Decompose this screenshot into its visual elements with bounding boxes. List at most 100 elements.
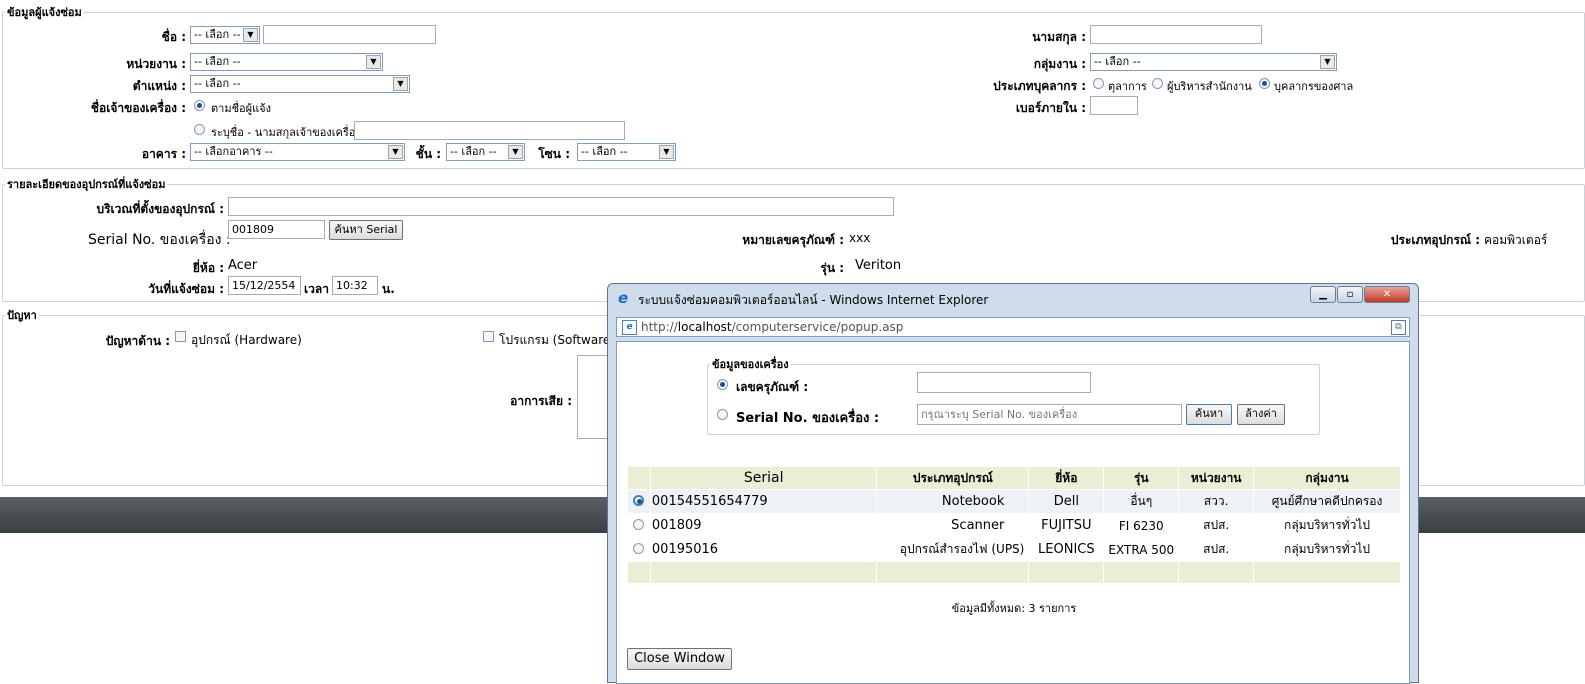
serial-label: Serial No. ของเครื่อง :: [88, 232, 231, 248]
serial-search-input[interactable]: [917, 404, 1182, 425]
chevron-down-icon: ▼: [1320, 55, 1335, 69]
name-input[interactable]: [263, 25, 436, 44]
reporter-legend: ข้อมูลผู้แจ้งซ่อม: [7, 6, 82, 19]
cell-unit: สวว.: [1178, 489, 1255, 514]
row-select-cell: [627, 489, 651, 514]
chevron-down-icon: ▼: [659, 145, 674, 159]
ext-input[interactable]: [1090, 96, 1138, 115]
group-select[interactable]: -- เลือก -- ▼: [1090, 53, 1337, 71]
name-prefix-value: -- เลือก --: [194, 28, 241, 41]
floor-value: -- เลือก --: [450, 145, 497, 158]
url-host: localhost: [677, 320, 732, 334]
owner-reporter-label: ตามชื่อผู้แจ้ง: [211, 102, 271, 115]
row-radio[interactable]: [633, 543, 644, 554]
date-input[interactable]: [228, 276, 301, 295]
personnel-radio-judge[interactable]: [1093, 78, 1104, 89]
search-by-asset-radio[interactable]: [717, 379, 728, 390]
problem-side-label: ปัญหาด้าน :: [105, 334, 170, 348]
personnel-type-label: ประเภทบุคลากร :: [993, 79, 1086, 93]
zone-select[interactable]: -- เลือก -- ▼: [577, 143, 676, 161]
position-select[interactable]: -- เลือก -- ▼: [190, 75, 410, 93]
position-value: -- เลือก --: [194, 77, 241, 90]
floor-select[interactable]: -- เลือก -- ▼: [446, 143, 525, 161]
position-label: ตำแหน่ง :: [132, 79, 186, 93]
group-label: กลุ่มงาน :: [1033, 57, 1086, 71]
search-button[interactable]: ค้นหา: [1186, 404, 1232, 425]
address-bar[interactable]: e http://localhost/computerservice/popup…: [616, 317, 1410, 337]
popup-title: ระบบแจ้งซ่อมคอมพิวเตอร์ออนไลน์ - Windows…: [638, 293, 989, 307]
popup-window: e ระบบแจ้งซ่อมคอมพิวเตอร์ออนไลน์ - Windo…: [607, 283, 1419, 684]
row-select-cell: [627, 513, 651, 538]
cell-serial: 001809: [649, 513, 878, 538]
row-radio[interactable]: [633, 519, 644, 530]
unit-select[interactable]: -- เลือก -- ▼: [190, 53, 383, 71]
results-table: Serial ประเภทอุปกรณ์ ยี่ห้อ รุ่น หน่วยงา…: [627, 466, 1401, 584]
brand-value: Acer: [228, 258, 258, 273]
cell-group: กลุ่มบริหารทั่วไป: [1253, 513, 1401, 538]
popup-titlebar[interactable]: e ระบบแจ้งซ่อมคอมพิวเตอร์ออนไลน์ - Windo…: [608, 284, 1418, 312]
url-path: /computerservice/popup.asp: [731, 320, 904, 334]
asset-value: xxx: [849, 231, 871, 245]
header-serial: Serial: [649, 466, 878, 490]
model-label: รุ่น :: [820, 261, 844, 275]
table-row[interactable]: 00195016 อุปกรณ์สำรองไฟ (UPS) LEONICS EX…: [627, 537, 1401, 562]
close-icon[interactable]: ✕: [1364, 286, 1410, 303]
date-label: วันที่แจ้งซ่อม :: [148, 282, 224, 296]
building-select[interactable]: -- เลือกอาคาร -- ▼: [190, 143, 405, 161]
search-serial-label: Serial No. ของเครื่อง :: [736, 411, 880, 426]
personnel-radio-staff[interactable]: [1259, 78, 1270, 89]
hardware-checkbox[interactable]: [175, 331, 186, 342]
header-group: กลุ่มงาน: [1253, 466, 1401, 490]
software-checkbox[interactable]: [483, 331, 494, 342]
location-input[interactable]: [228, 197, 894, 216]
header-brand: ยี่ห้อ: [1028, 466, 1105, 490]
serial-input[interactable]: [228, 220, 325, 239]
personnel-radio-executive[interactable]: [1152, 78, 1163, 89]
row-select-cell: [627, 537, 651, 562]
search-serial-button[interactable]: ค้นหา Serial: [329, 220, 403, 240]
table-row[interactable]: 001809 Scanner FUJITSU FI 6230 สปส. กลุ่…: [627, 513, 1401, 538]
floor-label: ชั้น :: [415, 147, 441, 161]
maximize-button[interactable]: ▫: [1337, 286, 1363, 303]
search-legend: ข้อมูลของเครื่อง: [712, 358, 789, 371]
row-radio[interactable]: [633, 495, 644, 506]
owner-radio-reporter[interactable]: [194, 100, 205, 111]
search-by-serial-radio[interactable]: [717, 409, 728, 420]
surname-input[interactable]: [1090, 25, 1262, 44]
chevron-down-icon: ▼: [393, 77, 408, 91]
header-type: ประเภทอุปกรณ์: [876, 466, 1030, 490]
cell-type: อุปกรณ์สำรองไฟ (UPS): [876, 537, 1030, 562]
chevron-down-icon: ▼: [366, 55, 381, 69]
time-input[interactable]: [332, 276, 378, 295]
name-prefix-select[interactable]: -- เลือก -- ▼: [190, 26, 260, 44]
page-icon: e: [622, 320, 637, 335]
device-legend: รายละเอียดของอุปกรณ์ที่แจ้งซ่อม: [7, 178, 166, 191]
asset-label: หมายเลขครุภัณฑ์ :: [742, 233, 844, 247]
personnel-staff-label: บุคลากรของศาล: [1274, 80, 1354, 93]
ie-icon: e: [618, 289, 629, 307]
asset-search-input[interactable]: [917, 372, 1091, 393]
name-label: ชื่อ :: [161, 30, 186, 44]
header-select: [627, 466, 651, 490]
total-count: ข้อมูลมีทั้งหมด: 3 รายการ: [951, 602, 1077, 615]
owner-radio-custom[interactable]: [194, 124, 205, 135]
compat-view-icon[interactable]: ⧉: [1391, 320, 1406, 335]
cell-brand: Dell: [1028, 489, 1105, 514]
chevron-down-icon: ▼: [388, 145, 403, 159]
unit-label: หน่วยงาน :: [126, 57, 186, 71]
cell-serial: 00154551654779: [649, 489, 878, 514]
personnel-executive-label: ผู้บริหารสำนักงาน: [1167, 80, 1252, 93]
zone-label: โซน :: [538, 147, 570, 161]
table-row[interactable]: 00154551654779 Notebook Dell อื่นๆ สวว. …: [627, 489, 1401, 514]
url-prefix: http://: [641, 320, 678, 334]
personnel-judge-label: ตุลาการ: [1108, 80, 1147, 93]
search-asset-label: เลขครุภัณฑ์ :: [736, 380, 809, 394]
owner-name-input[interactable]: [354, 121, 625, 140]
close-window-button[interactable]: Close Window: [627, 648, 732, 670]
hardware-label: อุปกรณ์ (Hardware): [191, 333, 302, 347]
clear-button[interactable]: ล้างค่า: [1237, 404, 1285, 425]
owner-custom-label: ระบุชื่อ - นามสกุลเจ้าของเครื่อง: [211, 126, 361, 139]
cell-brand: LEONICS: [1028, 537, 1105, 562]
popup-content: ข้อมูลของเครื่อง เลขครุภัณฑ์ : Serial No…: [616, 341, 1410, 684]
minimize-button[interactable]: ▁: [1310, 286, 1336, 303]
